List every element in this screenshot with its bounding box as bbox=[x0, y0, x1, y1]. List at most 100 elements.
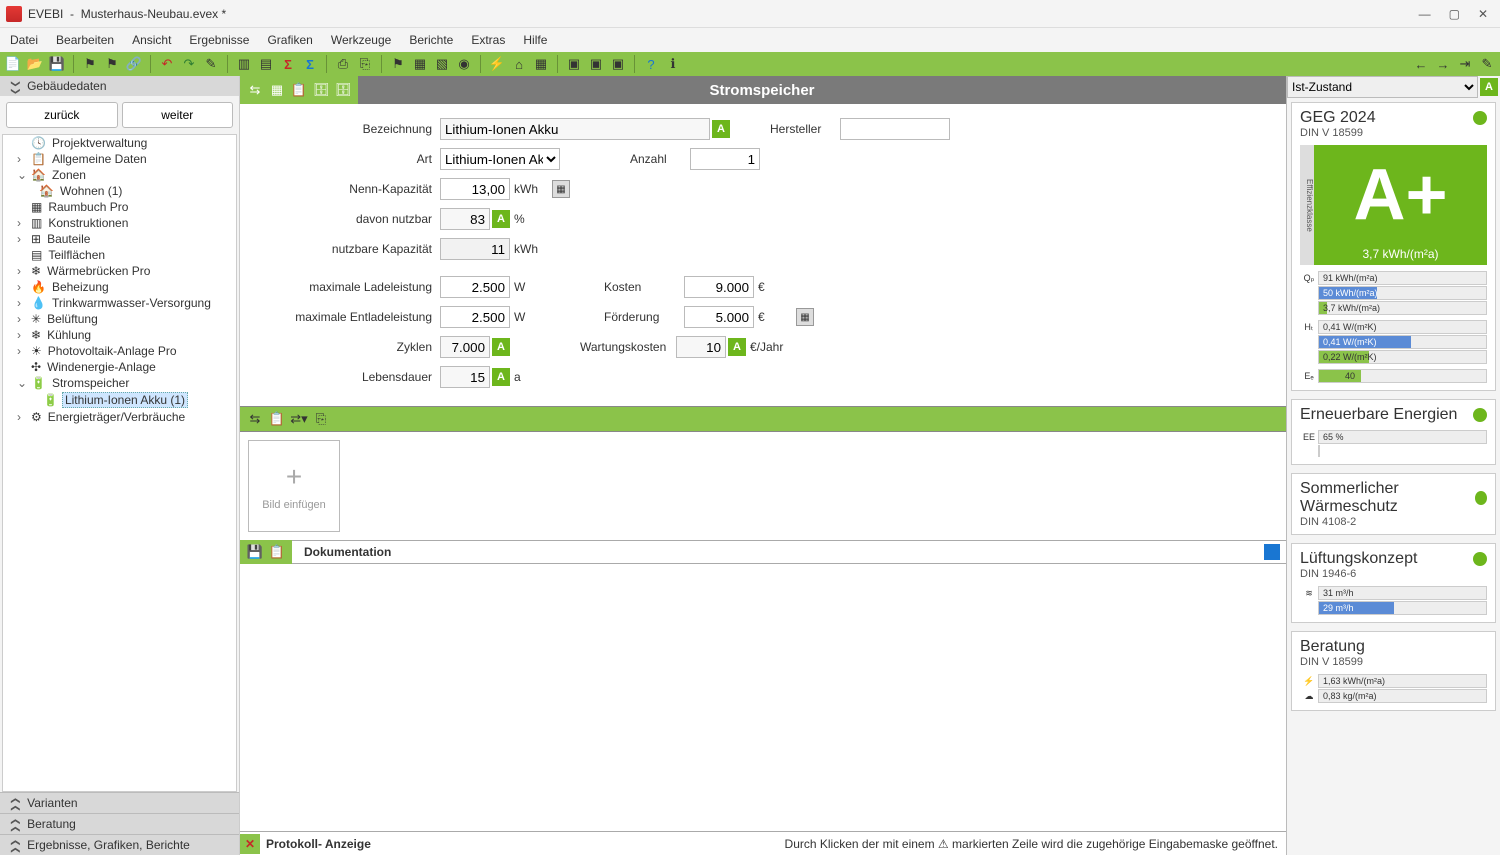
imgtool-b-icon[interactable]: ⇄▾ bbox=[290, 410, 308, 428]
calculator-icon[interactable]: ▦ bbox=[552, 180, 570, 198]
link-icon[interactable]: 🔗 bbox=[125, 55, 143, 73]
imgtool-copy-icon[interactable]: ⎘ bbox=[312, 410, 330, 428]
flag-orange-icon[interactable]: ⚑ bbox=[103, 55, 121, 73]
nav-fwd-icon[interactable]: → bbox=[1434, 55, 1452, 73]
table1-icon[interactable]: ▣ bbox=[565, 55, 583, 73]
nav-back-icon[interactable]: ← bbox=[1412, 55, 1430, 73]
sheet-icon[interactable]: ▧ bbox=[433, 55, 451, 73]
tree-allgemeine-daten[interactable]: ›📋Allgemeine Daten bbox=[17, 151, 236, 167]
doc-copy-icon[interactable]: 📋 bbox=[268, 543, 286, 561]
section-gebaeudedaten[interactable]: Gebäudedaten bbox=[0, 76, 239, 96]
sigma1-icon[interactable]: Σ bbox=[279, 55, 297, 73]
tree-kuehlung[interactable]: ›❄Kühlung bbox=[17, 327, 236, 343]
section-ergebnisse[interactable]: Ergebnisse, Grafiken, Berichte bbox=[0, 834, 239, 855]
table3-icon[interactable]: ▣ bbox=[609, 55, 627, 73]
tree-stromspeicher[interactable]: ⌄🔋Stromspeicher bbox=[17, 375, 236, 391]
tree-waermebruecken[interactable]: ›❄Wärmebrücken Pro bbox=[17, 263, 236, 279]
forward-button[interactable]: weiter bbox=[122, 102, 234, 128]
wand-icon[interactable]: ✎ bbox=[202, 55, 220, 73]
lebens-input[interactable] bbox=[440, 366, 490, 388]
calculator-icon[interactable]: ▦ bbox=[796, 308, 814, 326]
doc-edit-icon[interactable] bbox=[1264, 544, 1280, 560]
menu-berichte[interactable]: Berichte bbox=[409, 33, 453, 47]
tree-wohnen[interactable]: 🏠Wohnen (1) bbox=[39, 183, 236, 199]
tree-teilflaechen[interactable]: ▤Teilflächen bbox=[17, 247, 236, 263]
foerderung-input[interactable] bbox=[684, 306, 754, 328]
menu-extras[interactable]: Extras bbox=[471, 33, 505, 47]
tree-bauteile[interactable]: ›⊞Bauteile bbox=[17, 231, 236, 247]
sigma2-icon[interactable]: Σ bbox=[301, 55, 319, 73]
state-select[interactable]: Ist-Zustand bbox=[1287, 76, 1478, 98]
menu-grafiken[interactable]: Grafiken bbox=[267, 33, 312, 47]
tool-c-icon[interactable]: 📋 bbox=[290, 81, 308, 99]
list-icon[interactable]: ▤ bbox=[257, 55, 275, 73]
close-button[interactable]: ✕ bbox=[1478, 7, 1488, 21]
menu-ansicht[interactable]: Ansicht bbox=[132, 33, 171, 47]
open-icon[interactable]: 📂 bbox=[26, 55, 44, 73]
image-drop[interactable]: + Bild einfügen bbox=[248, 440, 340, 532]
bolt-icon[interactable]: ⚡ bbox=[488, 55, 506, 73]
tree-stromspeicher-item[interactable]: 🔋Lithium-Ionen Akku (1) bbox=[43, 391, 236, 409]
tree-energietraeger[interactable]: ›⚙Energieträger/Verbräuche bbox=[17, 409, 236, 425]
tool-a-icon[interactable]: ⇆ bbox=[246, 81, 264, 99]
nav-end-icon[interactable]: ⇥ bbox=[1456, 55, 1474, 73]
globe-icon[interactable]: ◉ bbox=[455, 55, 473, 73]
maxentlade-input[interactable] bbox=[440, 306, 510, 328]
tool1-icon[interactable]: ⎙ bbox=[334, 55, 352, 73]
art-select[interactable]: Lithium-Ionen Akku bbox=[440, 148, 560, 170]
energy-icon: ⚡ bbox=[1300, 676, 1318, 687]
section-varianten[interactable]: Varianten bbox=[0, 792, 239, 813]
imgtool-a-icon[interactable]: ⇆ bbox=[246, 410, 264, 428]
edit-icon[interactable]: ✎ bbox=[1478, 55, 1496, 73]
tree-trinkwarmwasser[interactable]: ›💧Trinkwarmwasser-Versorgung bbox=[17, 295, 236, 311]
tree-view[interactable]: 🕓Projektverwaltung ›📋Allgemeine Daten ⌄🏠… bbox=[2, 134, 237, 792]
zyklen-input[interactable] bbox=[440, 336, 490, 358]
maxlade-input[interactable] bbox=[440, 276, 510, 298]
anzahl-input[interactable] bbox=[690, 148, 760, 170]
tree-raumbuch[interactable]: ▦Raumbuch Pro bbox=[17, 199, 236, 215]
menu-ergebnisse[interactable]: Ergebnisse bbox=[189, 33, 249, 47]
menu-werkzeuge[interactable]: Werkzeuge bbox=[331, 33, 391, 47]
tree-projektverwaltung[interactable]: 🕓Projektverwaltung bbox=[17, 135, 236, 151]
new-file-icon[interactable]: 📄 bbox=[4, 55, 22, 73]
kosten-input[interactable] bbox=[684, 276, 754, 298]
tool-b-icon[interactable]: ▦ bbox=[268, 81, 286, 99]
flag-yellow-icon[interactable]: ⚑ bbox=[81, 55, 99, 73]
maximize-button[interactable]: ▢ bbox=[1449, 7, 1460, 21]
minimize-button[interactable]: — bbox=[1419, 7, 1431, 21]
protokoll-close-icon[interactable]: ✕ bbox=[240, 834, 260, 854]
save-icon[interactable]: 💾 bbox=[48, 55, 66, 73]
tool-db2-icon[interactable]: 🗄 bbox=[334, 81, 352, 99]
nutzbar-input[interactable] bbox=[440, 208, 490, 230]
table2-icon[interactable]: ▣ bbox=[587, 55, 605, 73]
square-icon[interactable]: ▦ bbox=[411, 55, 429, 73]
imgtool-paste-icon[interactable]: 📋 bbox=[268, 410, 286, 428]
bezeichnung-input[interactable] bbox=[440, 118, 710, 140]
undo-icon[interactable]: ↶ bbox=[158, 55, 176, 73]
section-beratung[interactable]: Beratung bbox=[0, 813, 239, 834]
tree-konstruktionen[interactable]: ›▥Konstruktionen bbox=[17, 215, 236, 231]
tree-belueftung[interactable]: ›✳Belüftung bbox=[17, 311, 236, 327]
tree-photovoltaik[interactable]: ›☀Photovoltaik-Anlage Pro bbox=[17, 343, 236, 359]
help-icon[interactable]: ? bbox=[642, 55, 660, 73]
hersteller-input[interactable] bbox=[840, 118, 950, 140]
home-icon[interactable]: ⌂ bbox=[510, 55, 528, 73]
tool-db1-icon[interactable]: 🗄 bbox=[312, 81, 330, 99]
menu-hilfe[interactable]: Hilfe bbox=[523, 33, 547, 47]
back-button[interactable]: zurück bbox=[6, 102, 118, 128]
tool2-icon[interactable]: ⎘ bbox=[356, 55, 374, 73]
nennkap-input[interactable] bbox=[440, 178, 510, 200]
wartung-input[interactable] bbox=[676, 336, 726, 358]
doc-save-icon[interactable]: 💾 bbox=[246, 543, 264, 561]
grid-icon[interactable]: ▦ bbox=[532, 55, 550, 73]
tree-windenergie[interactable]: ✣Windenergie-Anlage bbox=[17, 359, 236, 375]
doc-icon[interactable]: ▥ bbox=[235, 55, 253, 73]
tree-zonen[interactable]: ⌄🏠Zonen bbox=[17, 167, 236, 183]
doc-body[interactable] bbox=[240, 564, 1286, 831]
menu-datei[interactable]: Datei bbox=[10, 33, 38, 47]
tree-beheizung[interactable]: ›🔥Beheizung bbox=[17, 279, 236, 295]
redo-icon[interactable]: ↷ bbox=[180, 55, 198, 73]
info-icon[interactable]: ℹ bbox=[664, 55, 682, 73]
flag2-icon[interactable]: ⚑ bbox=[389, 55, 407, 73]
menu-bearbeiten[interactable]: Bearbeiten bbox=[56, 33, 114, 47]
